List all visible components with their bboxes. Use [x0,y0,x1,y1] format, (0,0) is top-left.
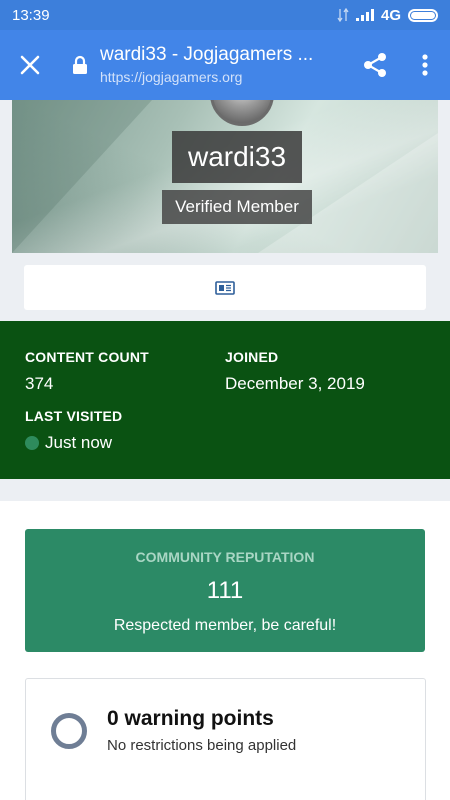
url-bar[interactable]: wardi33 - Jogjagamers ... https://jogjag… [100,43,350,87]
stat-content-count: CONTENT COUNT 374 [25,349,149,394]
status-indicators: 4G [337,7,438,24]
reputation-description: Respected member, be careful! [113,617,337,634]
activity-button[interactable] [24,265,426,310]
member-group-badge: Verified Member [162,190,312,224]
profile-stats: CONTENT COUNT 374 JOINED December 3, 201… [0,321,450,479]
avatar[interactable] [210,100,274,126]
share-button[interactable] [350,30,400,100]
browser-toolbar: wardi33 - Jogjagamers ... https://jogjag… [0,30,450,100]
reputation-card: COMMUNITY REPUTATION 111 Respected membe… [25,529,425,652]
cover-decoration [12,100,152,253]
share-icon [364,53,386,77]
security-indicator[interactable] [60,30,100,100]
status-bar: 13:39 4G [0,0,450,30]
stat-label: LAST VISITED [25,408,123,424]
warning-card: 0 warning points No restrictions being a… [25,678,426,800]
network-type: 4G [380,6,401,24]
profile-main-card: COMMUNITY REPUTATION 111 Respected membe… [0,501,450,800]
lock-icon [73,55,87,74]
warning-title: 0 warning points [107,707,274,730]
stat-value: December 3, 2019 [225,374,365,393]
more-vert-icon [422,54,428,76]
page-title: wardi33 - Jogjagamers ... [100,44,314,65]
signal-icon [355,9,374,21]
stat-label: CONTENT COUNT [25,349,149,365]
stat-last-visited: LAST VISITED Just now [25,408,122,453]
data-transfer-icon [337,8,349,22]
reputation-label: COMMUNITY REPUTATION [135,549,315,565]
warning-description: No restrictions being applied [107,737,297,754]
warning-status-icon [51,713,87,749]
status-time: 13:39 [12,6,50,24]
reputation-value: 111 [206,577,244,604]
more-options-button[interactable] [400,30,450,100]
close-button[interactable] [0,30,60,100]
stat-value-wrapper: Just now [25,433,122,453]
stat-value: Just now [45,433,113,452]
online-status-icon [25,436,39,450]
stat-label: JOINED [225,349,279,365]
profile-username: wardi33 [172,131,302,183]
newspaper-icon [215,280,235,295]
stat-joined: JOINED December 3, 2019 [225,349,365,394]
stat-value: 374 [25,374,54,393]
battery-icon [408,8,438,22]
page-content: wardi33 Verified Member CONTENT COUNT 37… [0,100,450,800]
close-icon [20,55,40,75]
page-url: https://jogjagamers.org [100,69,243,85]
profile-cover: wardi33 Verified Member [12,100,438,253]
